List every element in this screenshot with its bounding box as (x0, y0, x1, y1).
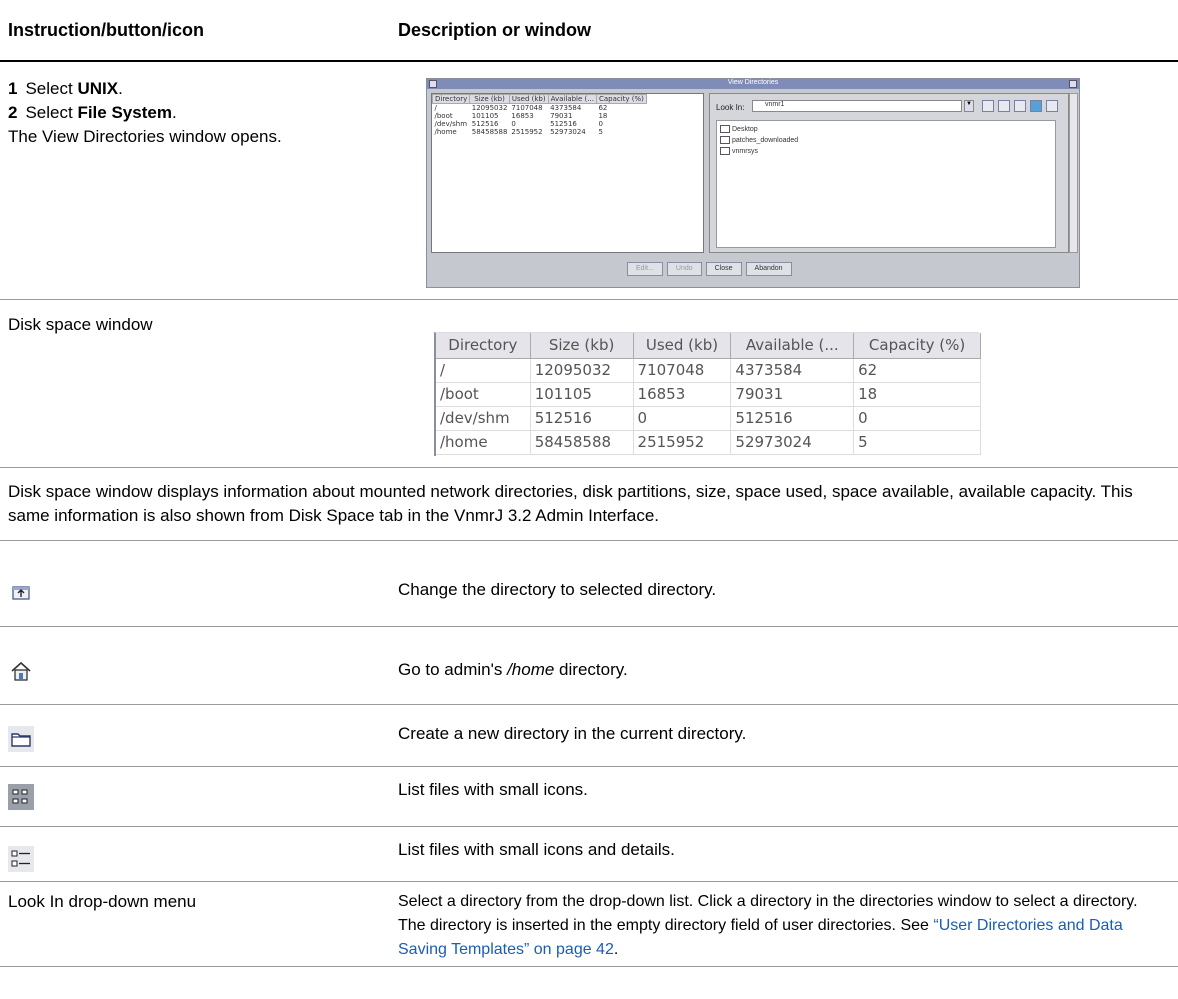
vd-col-directory[interactable]: Directory (431, 94, 471, 104)
button-bar: Edit... Undo Close Abandon (627, 262, 796, 276)
close-icon[interactable] (1069, 80, 1077, 88)
table-row[interactable]: /dev/shm 512516 0 512516 0 (436, 406, 981, 431)
undo-button[interactable]: Undo (666, 262, 702, 276)
window-title-bar: View Directories (427, 79, 1079, 89)
list-desc: List files with small icons. (398, 780, 588, 799)
directory-table-panel: Directory Size (kb) Used (kb) Available … (431, 93, 704, 253)
look-in-dropdown-label: Look In drop-down menu (8, 892, 197, 911)
scrollbar[interactable] (1069, 93, 1078, 253)
details-icon[interactable] (1046, 100, 1058, 112)
table-row[interactable]: /12095032 7107048 4373584 62 (436, 358, 981, 383)
home-icon[interactable] (998, 100, 1010, 112)
step-2: 2 Select File System. (8, 103, 177, 122)
file-browser-panel: Look In: vnmr1 ▼ Desktop patches_downloa… (709, 93, 1069, 253)
row-divider (0, 826, 1178, 827)
change-directory-desc: Change the directory to selected directo… (398, 580, 717, 599)
list-icon[interactable] (1030, 100, 1042, 112)
chevron-down-icon[interactable]: ▼ (964, 100, 974, 112)
disk-space-description: Disk space window displays information a… (8, 482, 1133, 525)
table-header: Instruction/button/icon Description or w… (0, 0, 1178, 62)
change-directory-icon (8, 580, 34, 606)
new-folder-icon (8, 726, 34, 752)
row-divider (0, 467, 1178, 468)
details-desc: List files with small icons and details. (398, 840, 675, 859)
header-col-description: Description or window (398, 20, 592, 40)
table-row[interactable]: /12095032 7107048 4373584 62 (433, 104, 647, 112)
header-col-instruction: Instruction/button/icon (8, 20, 204, 40)
details-icon (8, 846, 34, 872)
table-row[interactable]: /dev/shm 512516 0 512516 0 (433, 120, 647, 128)
list-item[interactable]: Desktop (720, 124, 1052, 135)
close-button[interactable]: Close (705, 262, 742, 276)
col-available[interactable]: Available (... (730, 333, 855, 359)
new-folder-desc: Create a new directory in the current di… (398, 724, 747, 743)
row-divider (0, 626, 1178, 627)
list-item[interactable]: patches_downloaded (720, 135, 1052, 146)
look-in-dropdown-desc: Select a directory from the drop-down li… (398, 893, 1138, 958)
row-divider (0, 766, 1178, 767)
step-1: 1 Select UNIX. (8, 79, 123, 98)
home-icon (8, 658, 34, 684)
vd-col-available[interactable]: Available (... (547, 94, 597, 104)
table-row[interactable]: /home 58458588 2515952 52973024 5 (433, 128, 647, 136)
row-divider (0, 299, 1178, 300)
abandon-button[interactable]: Abandon (745, 262, 792, 276)
col-directory[interactable]: Directory (436, 333, 531, 359)
disk-space-window: Directory Size (kb) Used (kb) Available … (434, 332, 981, 456)
vd-directory-table: Directory Size (kb) Used (kb) Available … (431, 94, 647, 136)
list-icon (8, 784, 34, 810)
disk-space-label: Disk space window (8, 315, 153, 334)
table-row[interactable]: /home 58458588 2515952 52973024 5 (436, 430, 981, 455)
look-in-label: Look In: (716, 103, 745, 112)
list-item[interactable]: vnmrsys (720, 146, 1052, 157)
edit-button[interactable]: Edit... (627, 262, 663, 276)
steps: 1 Select UNIX. 2 Select File System. The V… (8, 77, 282, 149)
table-row[interactable]: /boot 101105 16853 79031 18 (433, 112, 647, 120)
home-directory-desc: Go to admin's /home directory. (398, 660, 628, 679)
row-divider (0, 704, 1178, 705)
step-note: The View Directories window opens. (8, 127, 282, 146)
vd-col-capacity[interactable]: Capacity (%) (595, 94, 647, 104)
col-capacity[interactable]: Capacity (%) (853, 333, 981, 359)
disk-space-table: Directory Size (kb) Used (kb) Available … (436, 333, 981, 455)
row-divider (0, 966, 1178, 967)
col-used[interactable]: Used (kb) (633, 333, 732, 359)
table-row[interactable]: /boot 101105 16853 79031 18 (436, 382, 981, 407)
vd-col-size[interactable]: Size (kb) (469, 94, 510, 104)
window-title: View Directories (727, 79, 779, 86)
row-divider (0, 540, 1178, 541)
col-size[interactable]: Size (kb) (530, 333, 634, 359)
view-directories-window: View Directories Directory Size (kb) Use… (426, 78, 1080, 288)
file-list: Desktop patches_downloaded vnmrsys (716, 120, 1056, 248)
new-folder-icon[interactable] (1014, 100, 1026, 112)
vd-col-used[interactable]: Used (kb) (508, 94, 549, 104)
change-directory-icon[interactable] (982, 100, 994, 112)
look-in-combo[interactable]: vnmr1 (752, 100, 962, 112)
row-divider (0, 881, 1178, 882)
